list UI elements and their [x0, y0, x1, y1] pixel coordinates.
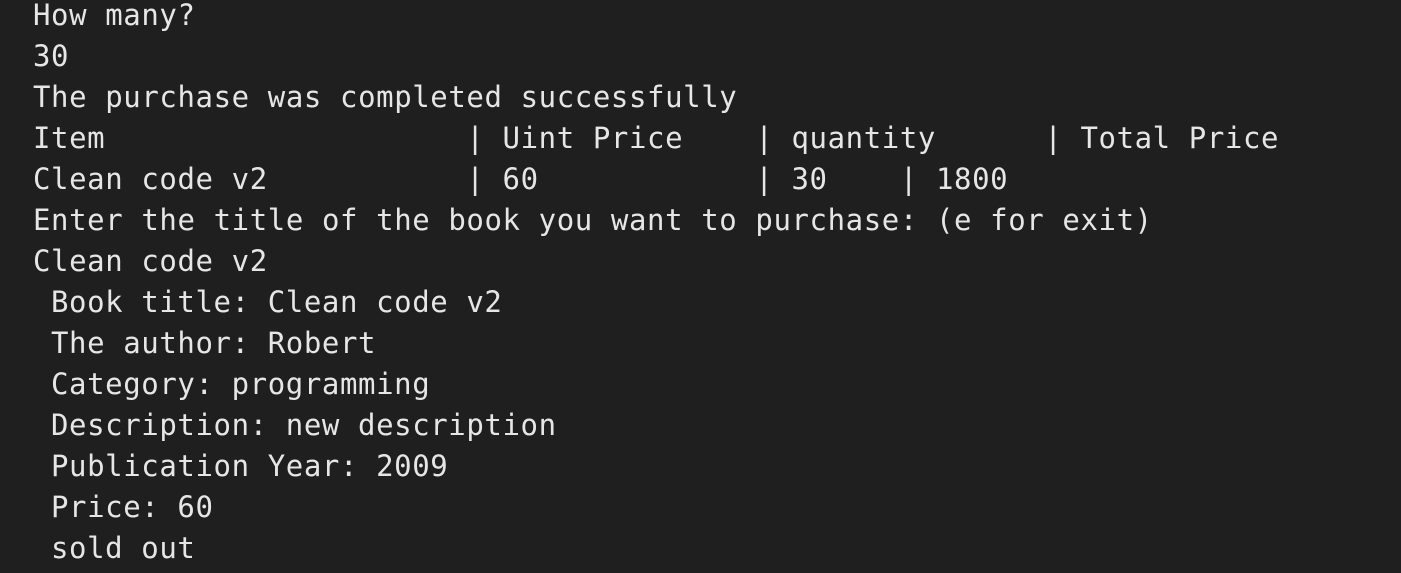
receipt-item-row: Clean code v2 | 60 | 30 | 1800 — [33, 162, 1009, 196]
book-category-detail: Category: programming — [51, 367, 431, 401]
terminal-output[interactable]: How many? 30 The purchase was completed … — [0, 0, 1401, 573]
prompt-how-many: How many? — [33, 0, 196, 32]
book-stock-status: sold out — [51, 531, 196, 565]
purchase-status-message: The purchase was completed successfully — [33, 80, 738, 114]
input-quantity: 30 — [33, 39, 70, 73]
book-price-detail: Price: 60 — [51, 490, 214, 524]
book-description-detail: Description: new description — [51, 408, 557, 442]
book-title-detail: Book title: Clean code v2 — [51, 285, 503, 319]
book-author-detail: The author: Robert — [51, 326, 377, 360]
receipt-header-row: Item | Uint Price | quantity | Total Pri… — [33, 121, 1280, 155]
input-book-title: Clean code v2 — [33, 244, 268, 278]
book-year-detail: Publication Year: 2009 — [51, 449, 449, 483]
prompt-enter-title: Enter the title of the book you want to … — [33, 203, 1153, 237]
